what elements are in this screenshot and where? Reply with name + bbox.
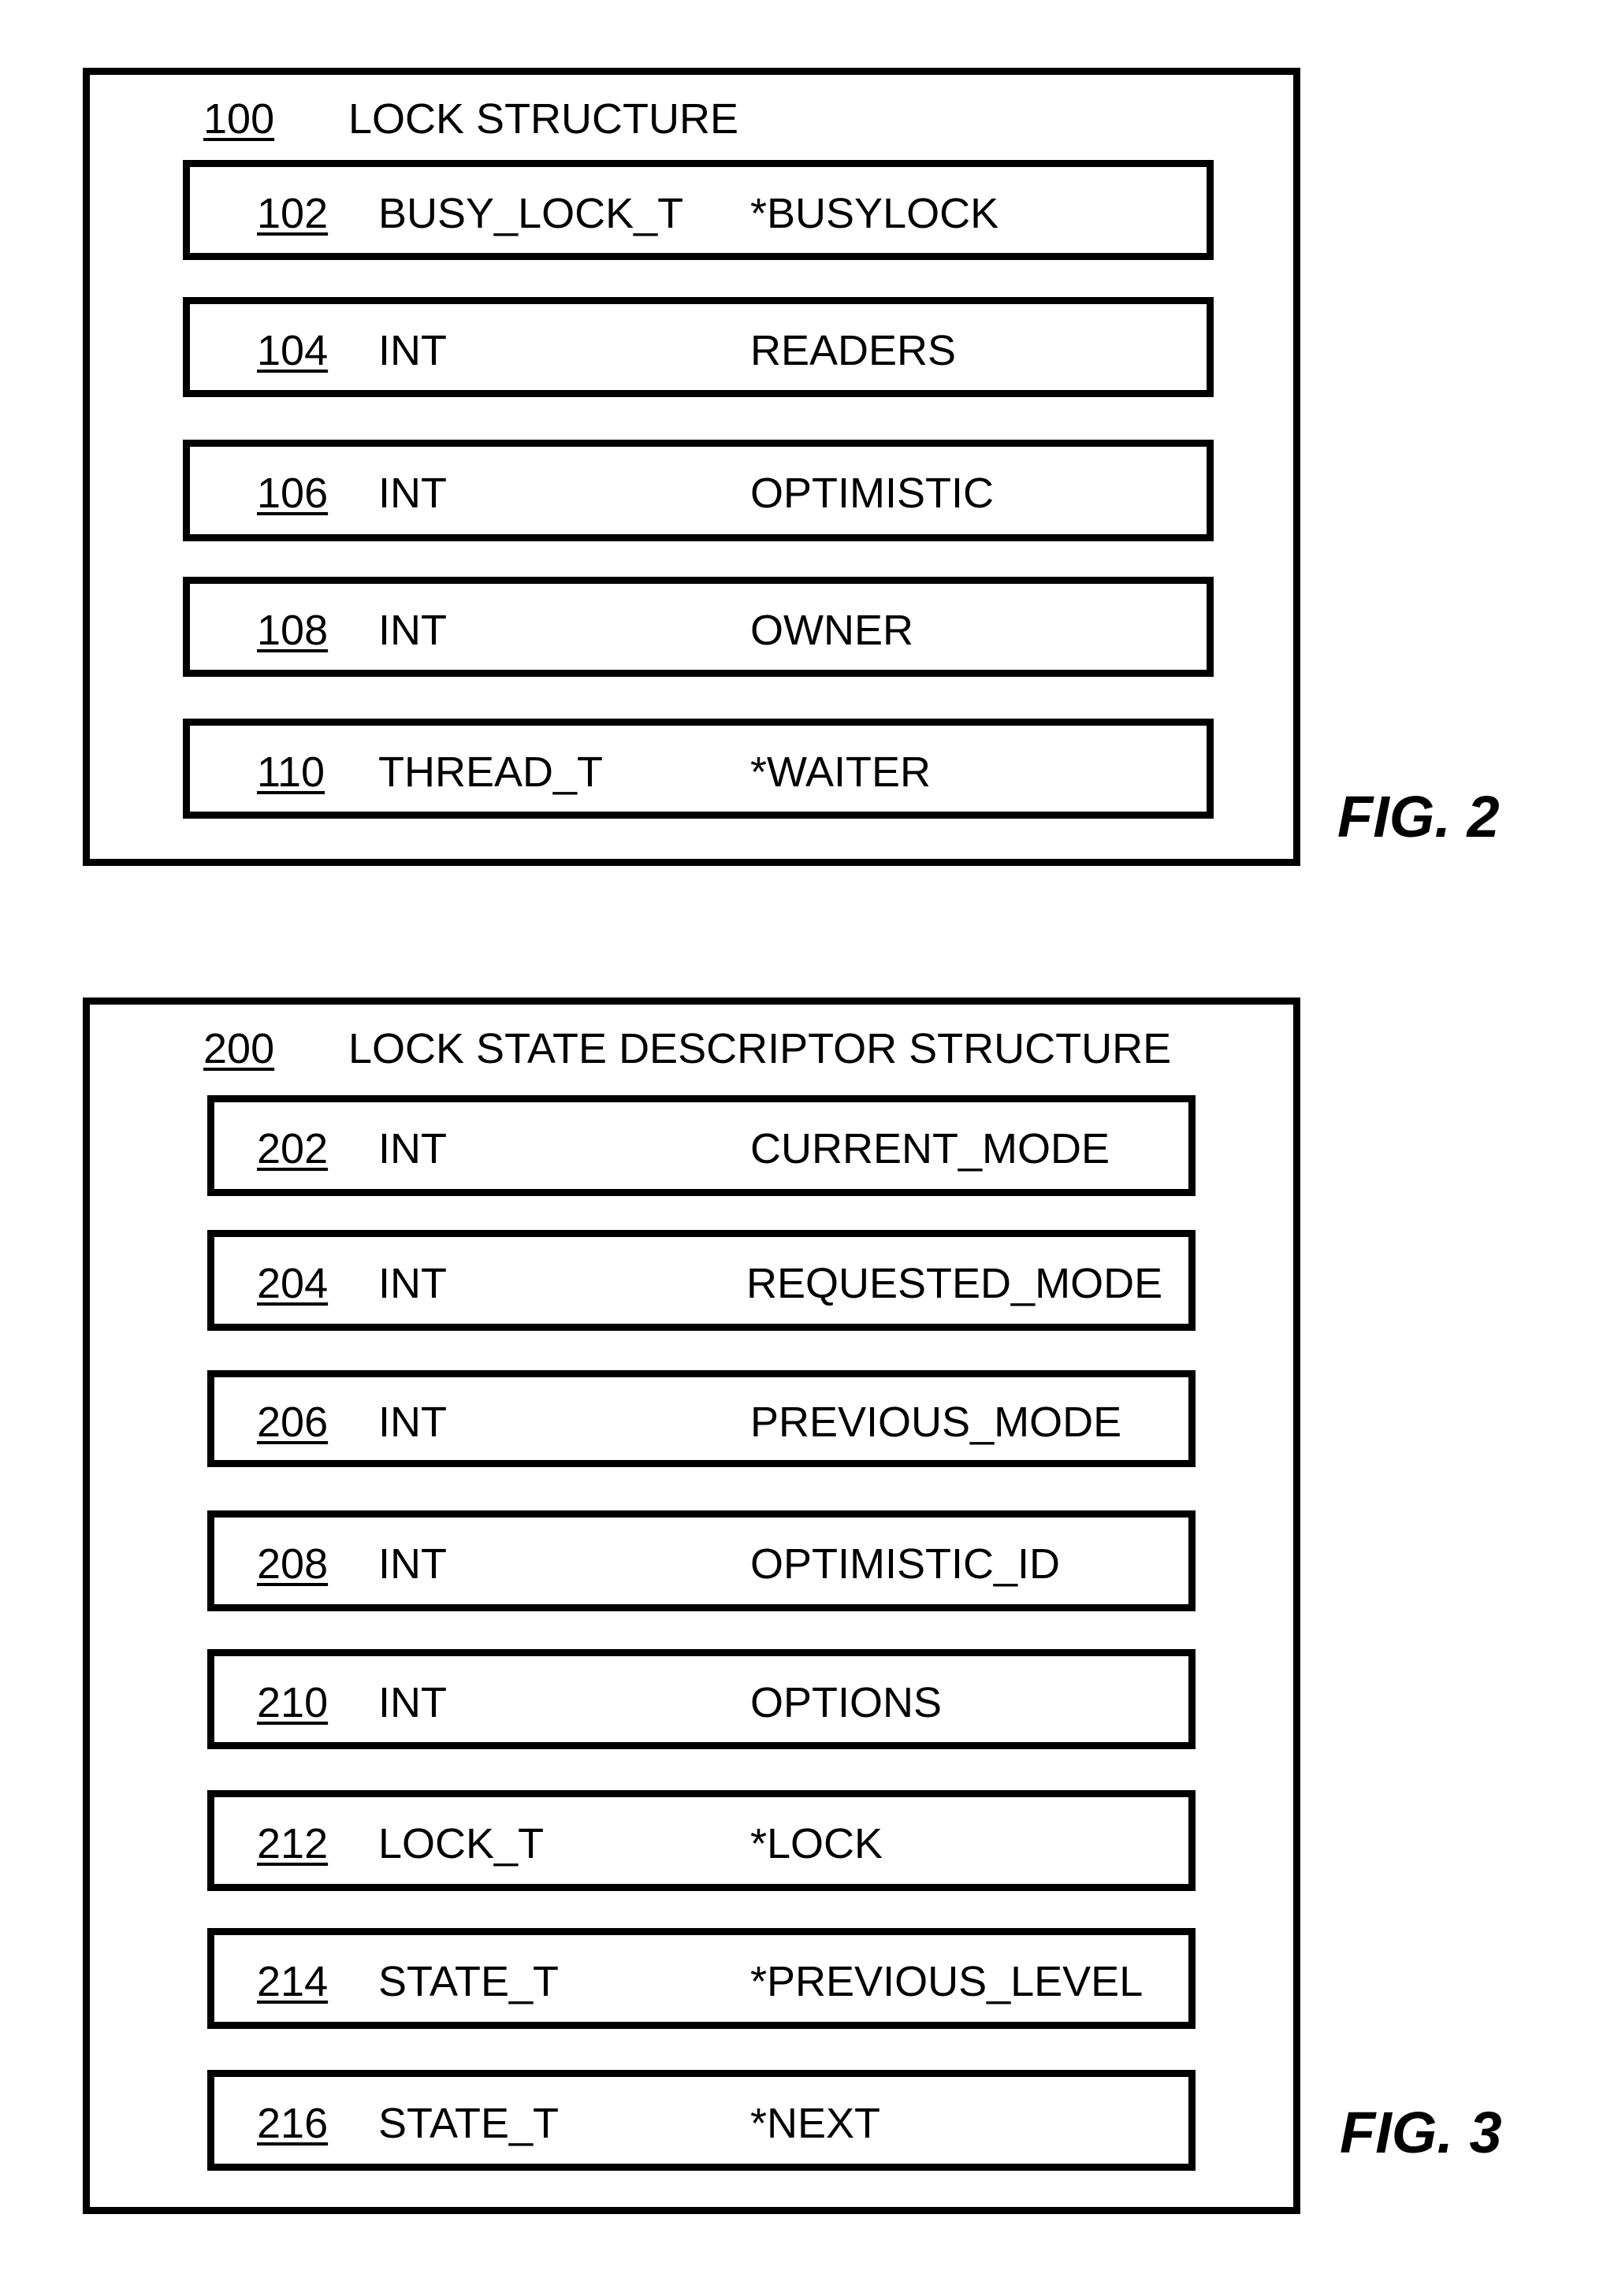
field-ref-number: 202 <box>257 1125 329 1172</box>
field-row-owner: 108 INT OWNER <box>183 577 1214 677</box>
field-name: OPTIMISTIC_ID <box>750 1540 1061 1588</box>
field-row-lock: 212 LOCK_T *LOCK <box>207 1790 1196 1891</box>
field-ref-number: 108 <box>257 607 329 654</box>
field-type: INT <box>378 607 447 654</box>
field-name: OPTIMISTIC <box>750 470 994 517</box>
field-row-readers: 104 INT READERS <box>183 297 1214 397</box>
field-name: PREVIOUS_MODE <box>750 1399 1122 1446</box>
figure-label-3: FIG. 3 <box>1340 2100 1502 2165</box>
field-ref-number: 106 <box>257 470 329 517</box>
field-type: THREAD_T <box>378 749 604 796</box>
field-ref-number: 210 <box>257 1679 329 1726</box>
field-type: INT <box>378 1679 447 1726</box>
field-ref-number: 216 <box>257 2100 329 2147</box>
field-name: *WAITER <box>750 749 931 796</box>
structure-ref-number: 200 <box>203 1025 275 1072</box>
field-type: INT <box>378 1399 447 1446</box>
field-type: INT <box>378 327 447 374</box>
field-row-busylock: 102 BUSY_LOCK_T *BUSYLOCK <box>183 160 1214 260</box>
field-row-optimistic: 106 INT OPTIMISTIC <box>183 440 1214 541</box>
field-name: CURRENT_MODE <box>750 1125 1110 1172</box>
field-name: READERS <box>750 327 957 374</box>
field-type: INT <box>378 1260 447 1307</box>
field-ref-number: 206 <box>257 1399 329 1446</box>
field-ref-number: 208 <box>257 1540 329 1588</box>
field-type: STATE_T <box>378 2100 560 2147</box>
field-ref-number: 110 <box>257 749 325 796</box>
field-name: *LOCK <box>750 1820 883 1867</box>
field-type: INT <box>378 470 447 517</box>
field-name: REQUESTED_MODE <box>746 1260 1163 1307</box>
field-type: INT <box>378 1125 447 1172</box>
field-ref-number: 102 <box>257 190 329 237</box>
field-row-next: 216 STATE_T *NEXT <box>207 2070 1196 2171</box>
field-name: *NEXT <box>750 2100 881 2147</box>
field-type: INT <box>378 1540 447 1588</box>
field-ref-number: 204 <box>257 1260 329 1307</box>
field-row-current-mode: 202 INT CURRENT_MODE <box>207 1095 1196 1196</box>
field-row-waiter: 110 THREAD_T *WAITER <box>183 719 1214 819</box>
field-row-options: 210 INT OPTIONS <box>207 1649 1196 1749</box>
field-name: *BUSYLOCK <box>750 190 999 237</box>
field-ref-number: 212 <box>257 1820 329 1867</box>
field-row-requested-mode: 204 INT REQUESTED_MODE <box>207 1230 1196 1331</box>
field-name: *PREVIOUS_LEVEL <box>750 1958 1144 2005</box>
figure-label-2: FIG. 2 <box>1337 784 1500 849</box>
structure-title: LOCK STRUCTURE <box>348 95 739 143</box>
structure-ref-number: 100 <box>203 95 275 143</box>
field-ref-number: 104 <box>257 327 329 374</box>
field-type: LOCK_T <box>378 1820 545 1867</box>
field-row-previous-level: 214 STATE_T *PREVIOUS_LEVEL <box>207 1928 1196 2029</box>
lock-state-descriptor-box: 200 LOCK STATE DESCRIPTOR STRUCTURE 202 … <box>83 998 1300 2214</box>
structure-title: LOCK STATE DESCRIPTOR STRUCTURE <box>348 1025 1172 1072</box>
field-row-previous-mode: 206 INT PREVIOUS_MODE <box>207 1370 1196 1467</box>
field-type: STATE_T <box>378 1958 560 2005</box>
lock-structure-box: 100 LOCK STRUCTURE 102 BUSY_LOCK_T *BUSY… <box>83 68 1300 866</box>
field-row-optimistic-id: 208 INT OPTIMISTIC_ID <box>207 1510 1196 1611</box>
field-type: BUSY_LOCK_T <box>378 190 684 237</box>
field-ref-number: 214 <box>257 1958 329 2005</box>
field-name: OPTIONS <box>750 1679 943 1726</box>
field-name: OWNER <box>750 607 913 654</box>
